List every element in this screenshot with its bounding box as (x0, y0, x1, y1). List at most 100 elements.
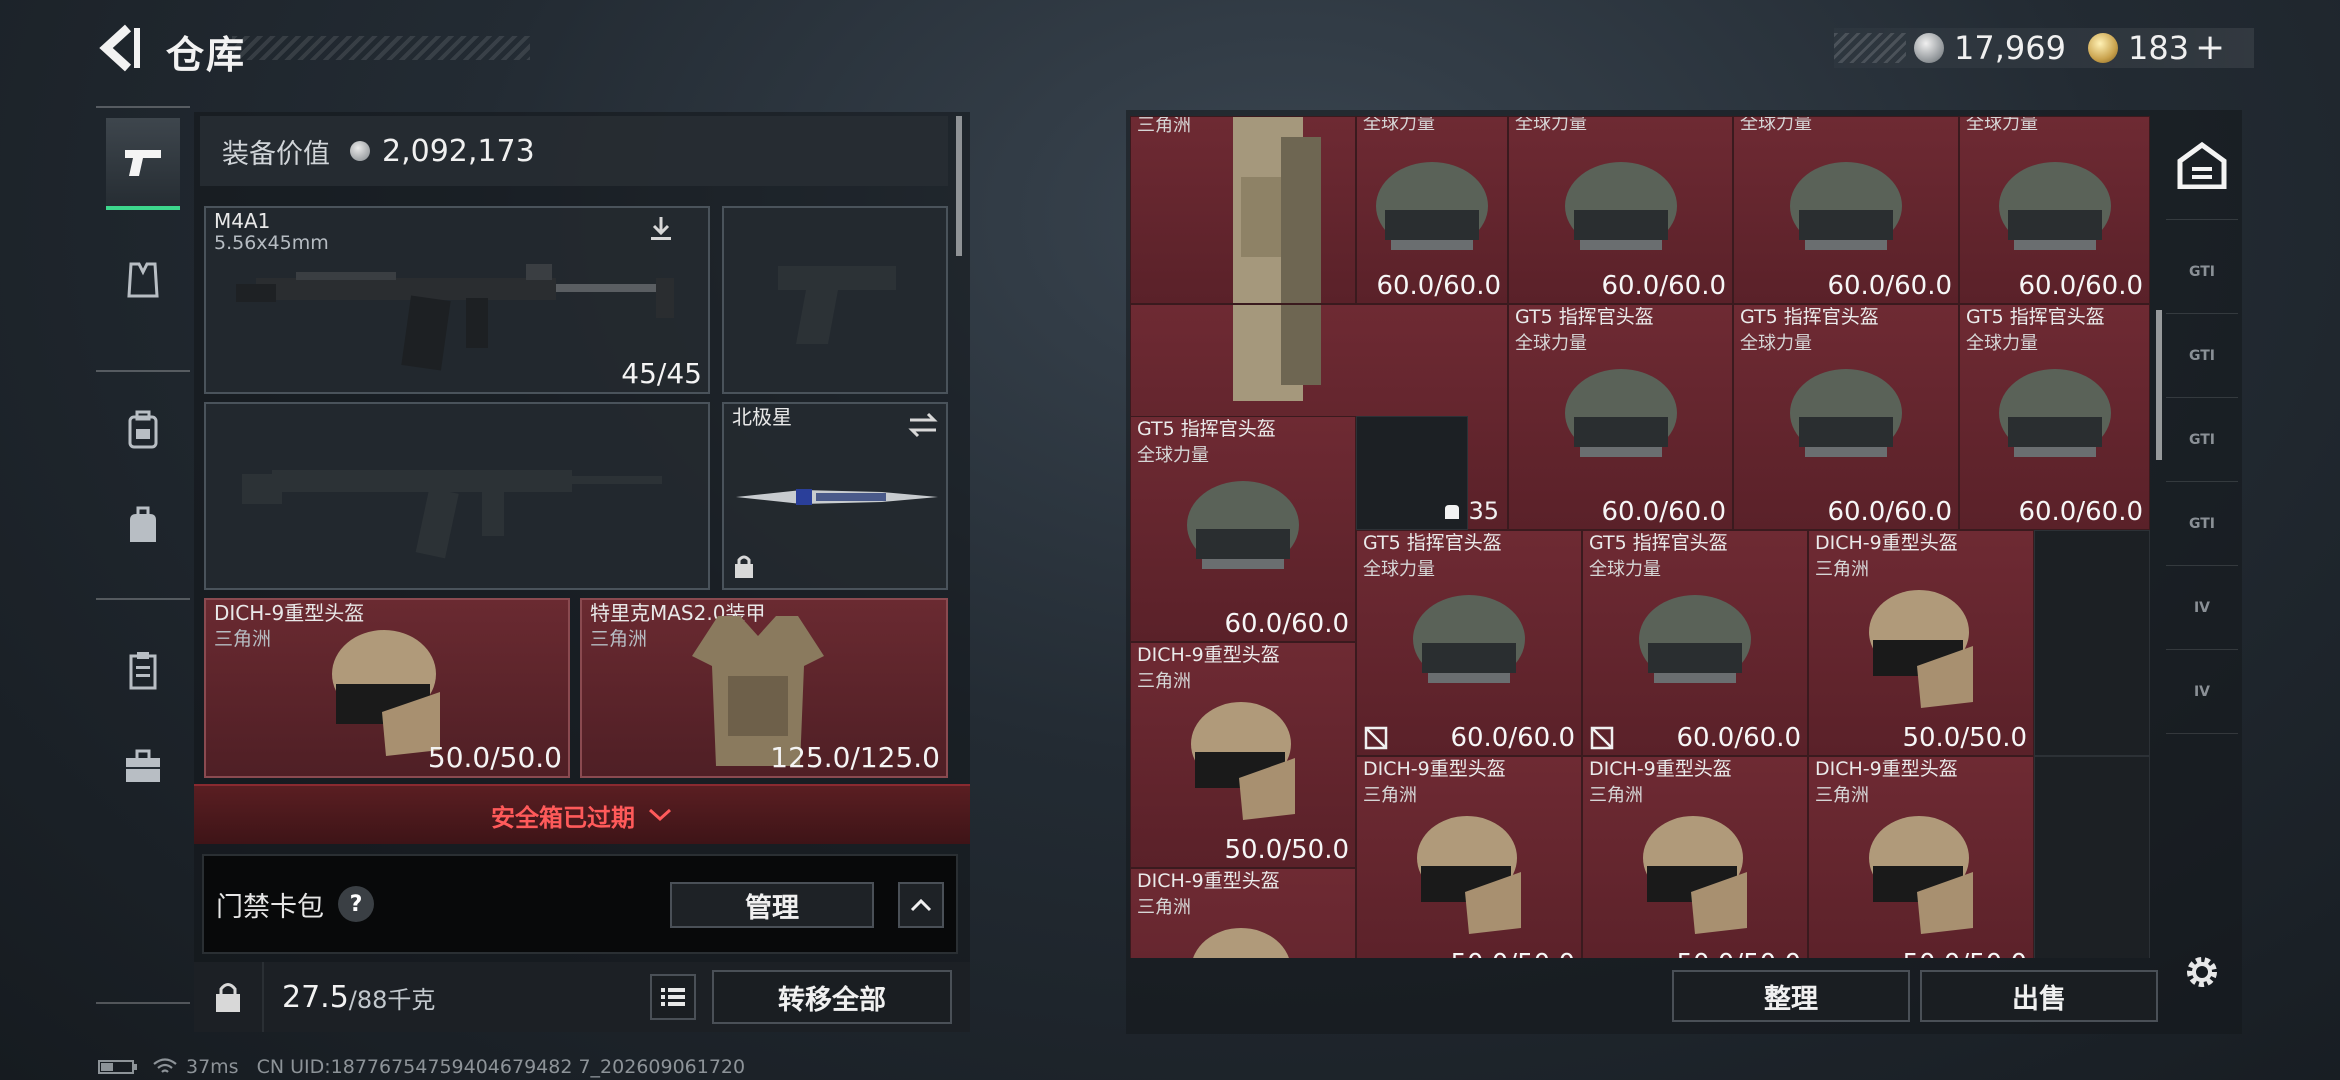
tab-label: IV (2193, 599, 2211, 616)
ping-value: 37ms (186, 1056, 239, 1078)
warehouse-item-helmet-dich9[interactable]: DICH-9重型头盔 三角洲 50.0/50.0 (1582, 756, 1808, 958)
warehouse-item-helmet-dich9[interactable]: DICH-9重型头盔 三角洲 50.0/50.0 (1808, 530, 2034, 756)
warehouse-item-helmet-gt5[interactable]: GT5 指挥官头盔 全球力量 60.0/60.0 (1356, 530, 1582, 756)
helmet-sub: 三角洲 (214, 628, 272, 650)
nav-divider (96, 598, 190, 600)
briefcase-icon (126, 749, 160, 782)
collapse-button[interactable] (898, 882, 944, 928)
helmet-durability: 50.0/50.0 (427, 741, 562, 774)
nav-item-armor[interactable] (106, 234, 180, 326)
silver-coin-icon (1914, 33, 1944, 63)
item-source: 全球力量 (1515, 116, 1587, 134)
swap-icon[interactable] (906, 412, 940, 438)
weapon-ammo: 45/45 (621, 357, 702, 390)
transfer-all-button[interactable]: 转移全部 (712, 970, 952, 1024)
dich9-helmet-image (1191, 702, 1295, 821)
gold-coin-icon (2087, 33, 2118, 63)
gear-icon (2187, 957, 2217, 987)
stack-count-value: 35 (1468, 497, 1499, 525)
nav-item-backpack[interactable] (106, 384, 180, 476)
nav-divider (96, 106, 190, 108)
title-decoration (232, 36, 530, 60)
pistol-silhouette-icon (778, 266, 896, 344)
nav-item-case[interactable] (106, 720, 180, 812)
sell-button[interactable]: 出售 (1920, 970, 2158, 1022)
tab-storage-6[interactable]: IV (2166, 650, 2238, 734)
tab-storage-1[interactable]: GTI (2166, 230, 2238, 314)
rig-image (1233, 117, 1321, 303)
item-source: 三角洲 (1137, 671, 1191, 692)
status-bar: 37ms CN UID:18776754759404679482 7_20260… (98, 1056, 763, 1078)
left-nav (96, 106, 190, 1006)
warehouse-item-helmet-gt5[interactable]: GT5 指挥官头盔 全球力量 60.0/60.0 (1130, 416, 1356, 642)
tab-storage-2[interactable]: GTI (2166, 314, 2238, 398)
item-name: DICH-9重型头盔 (1137, 644, 1280, 666)
warehouse-item-helmet-gt5[interactable]: 全球力量 60.0/60.0 (1733, 116, 1959, 304)
item-durability: 60.0/60.0 (1827, 271, 1952, 301)
lock-button[interactable] (194, 962, 264, 1032)
item-name: DICH-9重型头盔 (1815, 532, 1958, 554)
gt5-helmet-image (1790, 369, 1902, 458)
item-name: GT5 指挥官头盔 (1740, 306, 1879, 328)
warehouse-item-helmet-gt5[interactable]: GT5 指挥官头盔 全球力量 60.0/60.0 (1733, 304, 1959, 530)
warehouse-scrollbar[interactable] (2156, 310, 2162, 460)
equip-value-amount: 2,092,173 (382, 133, 535, 169)
warehouse-item-helmet-dich9[interactable]: DICH-9重型头盔 三角洲 50.0/50.0 (1808, 756, 2034, 958)
help-button[interactable]: ? (338, 886, 374, 922)
sidearm-slot[interactable] (722, 206, 948, 394)
nav-item-tasks[interactable] (106, 624, 180, 716)
item-durability: 60.0/60.0 (1676, 723, 1801, 753)
warehouse-item-helmet-gt5[interactable]: GT5 指挥官头盔 全球力量 60.0/60.0 (1959, 304, 2150, 530)
item-source: 全球力量 (1740, 333, 1812, 354)
tab-storage-4[interactable]: GTI (2166, 482, 2238, 566)
nav-item-bag[interactable] (106, 480, 180, 572)
primary-weapon-slot[interactable]: M4A1 5.56x45mm 45/45 (204, 206, 710, 394)
melee-slot[interactable]: 北极星 (722, 402, 948, 590)
tab-warehouse-home[interactable] (2166, 110, 2238, 220)
back-button[interactable] (98, 22, 142, 74)
item-source: 全球力量 (1966, 116, 2038, 134)
safe-box-expired-bar[interactable]: 安全箱已过期 (194, 784, 970, 844)
item-source: 全球力量 (1363, 559, 1435, 580)
loadout-bottom-bar: 27.5 /88千克 转移全部 (194, 962, 970, 1032)
item-durability: 60.0/60.0 (1376, 271, 1501, 301)
list-view-button[interactable] (650, 974, 696, 1020)
secondary-weapon-slot[interactable] (204, 402, 710, 590)
equip-value-row: 装备价值 2,092,173 (200, 116, 948, 186)
warehouse-item-helmet-dich9[interactable]: DICH-9重型头盔 三角洲 50.0/50.0 (1130, 642, 1356, 868)
currency-secondary-value: 183 (2127, 29, 2190, 67)
item-source: 三角洲 (1815, 559, 1869, 580)
warehouse-item-helmet-gt5[interactable]: 全球力量 60.0/60.0 (1356, 116, 1508, 304)
loadout-panel: 装备价值 2,092,173 M4A1 5.56x45mm 45/45 北极星 … (194, 112, 970, 1032)
warehouse-item-helmet-gt5[interactable]: 全球力量 60.0/60.0 (1959, 116, 2150, 304)
sort-button[interactable]: 整理 (1672, 970, 1910, 1022)
rifle-image (236, 264, 674, 371)
warehouse-item-helmet-dich9[interactable]: DICH-9重型头盔 三角洲 (1130, 868, 1356, 958)
warehouse-grid: 三角洲 全球力量 60.0/60.0 全球力量 60.0/60.0 全球力量 6… (1130, 116, 2150, 958)
tab-storage-5[interactable]: IV (2166, 566, 2238, 650)
warehouse-item-helmet-gt5[interactable]: 全球力量 60.0/60.0 (1508, 116, 1733, 304)
armor-slot[interactable]: 特里克MAS2.0装甲 三角洲 125.0/125.0 (580, 598, 948, 778)
gt5-helmet-image (1639, 595, 1751, 684)
add-currency-button[interactable]: + (2195, 30, 2225, 66)
item-durability: 60.0/60.0 (1601, 271, 1726, 301)
warehouse-item-rig[interactable]: 三角洲 (1130, 116, 1356, 304)
item-durability: 60.0/60.0 (1224, 609, 1349, 639)
warehouse-item-helmet-dich9[interactable]: DICH-9重型头盔 三角洲 50.0/50.0 (1356, 756, 1582, 958)
item-durability: 50.0/50.0 (1902, 949, 2027, 958)
warehouse-item-helmet-gt5[interactable]: GT5 指挥官头盔 全球力量 60.0/60.0 (1508, 304, 1733, 530)
warehouse-item-helmet-gt5[interactable]: GT5 指挥官头盔 全球力量 60.0/60.0 (1582, 530, 1808, 756)
manage-button[interactable]: 管理 (670, 882, 874, 928)
nav-item-weapons[interactable] (106, 118, 180, 210)
empty-grid-cell (2034, 756, 2150, 958)
lock-icon (216, 983, 240, 1012)
helmet-slot[interactable]: DICH-9重型头盔 三角洲 50.0/50.0 (204, 598, 570, 778)
clipboard-icon (129, 652, 157, 690)
tab-storage-3[interactable]: GTI (2166, 398, 2238, 482)
bag-icon (1445, 505, 1460, 519)
settings-button[interactable] (2176, 946, 2228, 998)
item-durability: 60.0/60.0 (1601, 497, 1726, 527)
nav-divider (96, 370, 190, 372)
pistol-icon (125, 150, 161, 176)
loadout-scrollbar[interactable] (956, 116, 962, 256)
